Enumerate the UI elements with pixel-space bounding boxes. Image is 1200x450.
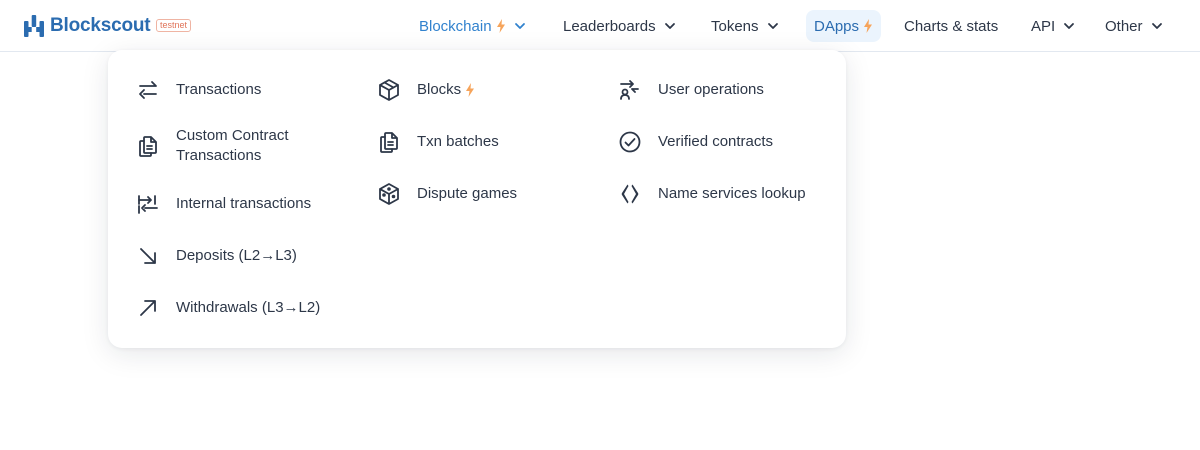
nav-api[interactable]: API xyxy=(1031,10,1075,42)
menu-item-label: Verified contracts xyxy=(658,133,774,150)
menu-item-label: User operations xyxy=(658,81,764,98)
lightning-icon xyxy=(864,19,873,33)
nav-charts-stats[interactable]: Charts & stats xyxy=(904,10,998,42)
chevron-down-icon xyxy=(514,23,525,29)
menu-item-name-services-lookup[interactable]: Name services lookup xyxy=(618,182,806,206)
menu-item-label: Name services lookup xyxy=(658,185,806,202)
documents-icon xyxy=(139,136,157,157)
arrow-down-right-icon xyxy=(140,248,156,264)
chevron-down-icon xyxy=(767,23,778,29)
menu-item-transactions[interactable]: Transactions xyxy=(136,78,261,102)
lightning-icon xyxy=(496,19,505,33)
menu-item-label: Withdrawals (L3→L2) xyxy=(176,299,321,316)
nav-other[interactable]: Other xyxy=(1105,10,1163,42)
menu-item-label: Dispute games xyxy=(417,185,518,202)
chevron-down-icon xyxy=(664,23,675,29)
menu-item-deposits[interactable]: Deposits (L2→L3) xyxy=(136,244,297,268)
menu-item-dispute-games[interactable]: Dispute games xyxy=(377,182,517,206)
nav-blockchain-label: Blockchain xyxy=(419,17,492,35)
menu-item-label: Blocks xyxy=(417,81,462,98)
user-operations-icon xyxy=(620,80,639,100)
menu-item-blocks[interactable]: Blocks xyxy=(377,78,475,102)
transactions-icon xyxy=(139,81,157,99)
arrow-up-right-icon xyxy=(140,300,156,316)
menu-item-label: Internal transactions xyxy=(176,195,312,212)
nav-dapps[interactable]: DApps xyxy=(806,10,882,42)
internal-transactions-icon xyxy=(138,195,158,214)
name-services-icon xyxy=(621,184,639,204)
lightning-icon xyxy=(466,83,475,97)
nav-other-label: Other xyxy=(1105,17,1143,35)
dice-icon xyxy=(379,183,399,205)
menu-item-withdrawals[interactable]: Withdrawals (L3→L2) xyxy=(136,296,320,320)
menu-item-label: Txn batches xyxy=(417,133,499,150)
cube-icon xyxy=(379,79,399,101)
nav-api-label: API xyxy=(1031,17,1056,35)
top-navigation-bar: Blockscout testnet Blockchain Leaderboar… xyxy=(0,0,1200,52)
nav-leaderboards[interactable]: Leaderboards xyxy=(563,10,676,42)
nav-tokens-label: Tokens xyxy=(711,17,759,35)
menu-item-verified-contracts[interactable]: Verified contracts xyxy=(618,130,773,154)
menu-item-label: Transactions xyxy=(176,81,262,98)
menu-item-txn-batches[interactable]: Txn batches xyxy=(377,130,499,154)
menu-item-label: Custom Contract Transactions xyxy=(176,127,289,164)
nav-charts-label: Charts & stats xyxy=(904,17,999,35)
chevron-down-icon xyxy=(1064,23,1075,29)
menu-item-label: Deposits (L2→L3) xyxy=(176,247,297,264)
nav-tokens[interactable]: Tokens xyxy=(711,10,779,42)
main-nav: Blockchain Leaderboards Tokens DApps Cha… xyxy=(0,10,1200,42)
blockchain-dropdown-menu: Transactions Custom Contract Transaction… xyxy=(108,50,846,348)
menu-item-internal-transactions[interactable]: Internal transactions xyxy=(136,192,311,216)
nav-blockchain[interactable]: Blockchain xyxy=(419,10,526,42)
menu-item-custom-contract-transactions[interactable]: Custom Contract Transactions xyxy=(136,126,336,166)
menu-item-user-operations[interactable]: User operations xyxy=(618,78,764,102)
nav-dapps-label: DApps xyxy=(814,17,860,35)
documents-icon xyxy=(380,132,398,153)
nav-leaderboards-label: Leaderboards xyxy=(563,17,656,35)
chevron-down-icon xyxy=(1151,23,1162,29)
check-circle-icon xyxy=(619,131,641,153)
